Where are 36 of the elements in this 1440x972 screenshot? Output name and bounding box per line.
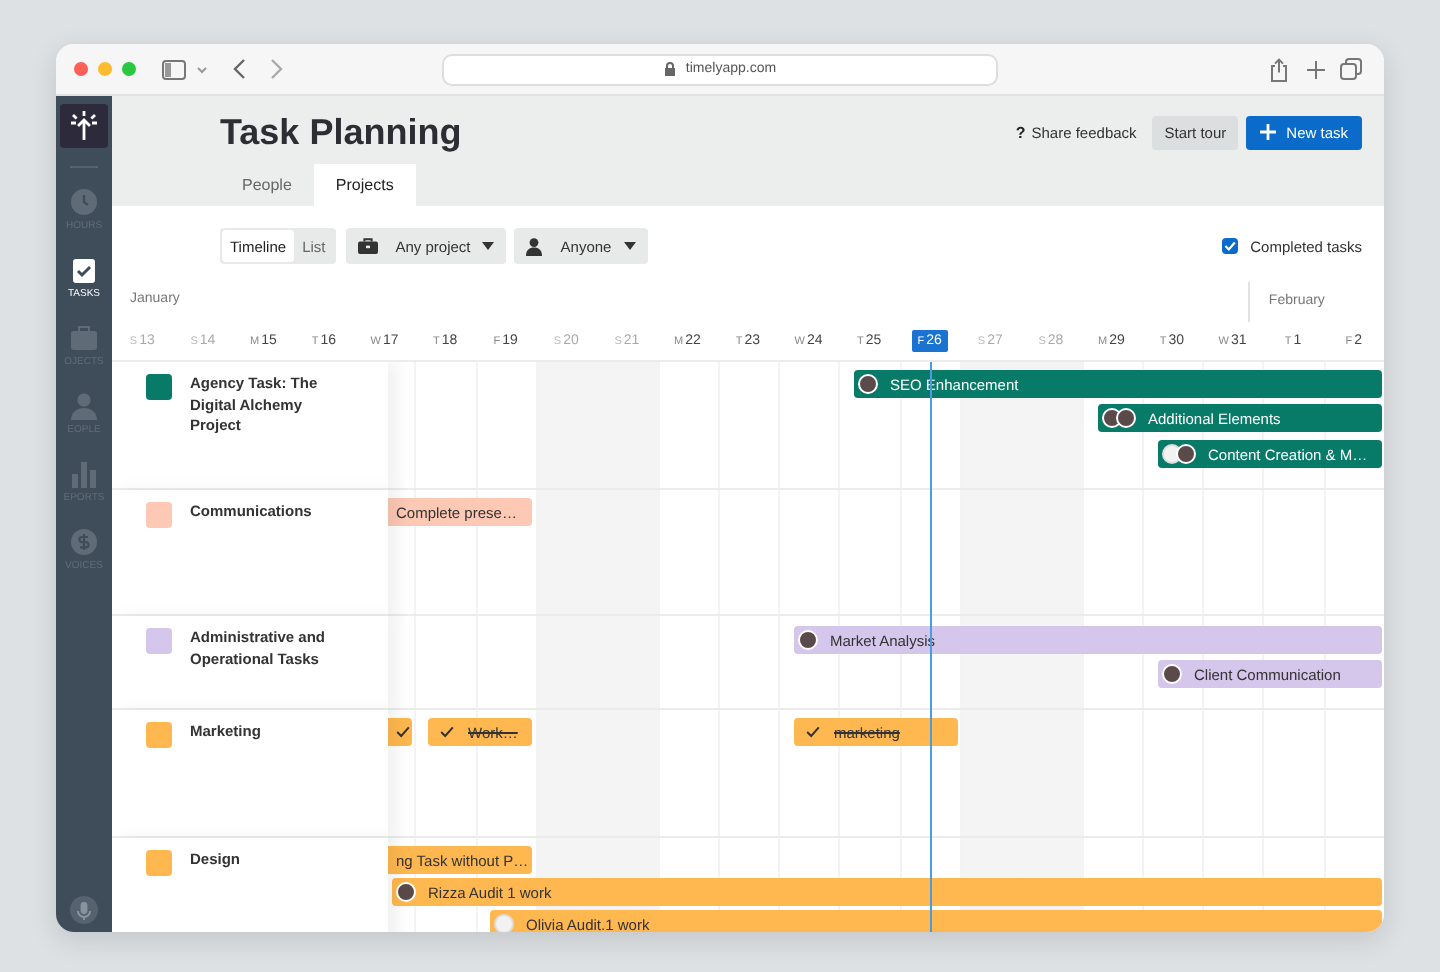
new-tab-icon[interactable] <box>1306 59 1326 79</box>
share-icon[interactable] <box>1270 57 1288 81</box>
person-icon <box>70 392 98 420</box>
dollar-icon <box>70 528 98 556</box>
clipboard-check-icon <box>70 256 98 284</box>
sidebar-toggle-icon[interactable] <box>162 59 186 79</box>
chevron-down-icon[interactable] <box>196 65 208 73</box>
checkmark-icon <box>440 726 454 738</box>
avatar <box>1162 664 1182 684</box>
avatar <box>494 914 514 932</box>
avatar <box>858 374 878 394</box>
briefcase-icon <box>70 324 98 352</box>
plus-icon <box>1260 124 1277 140</box>
caret-down-icon <box>623 242 636 250</box>
tab[interactable]: Projects <box>313 164 416 206</box>
microphone-icon[interactable] <box>70 896 98 924</box>
clock-icon <box>70 188 98 216</box>
avatar <box>396 882 416 902</box>
back-icon[interactable] <box>232 58 246 80</box>
person-icon <box>526 237 543 255</box>
page-title: Task Planning <box>220 111 462 153</box>
lock-icon <box>663 62 676 76</box>
checkmark-icon <box>806 726 820 738</box>
avatar <box>798 630 818 650</box>
checkmark-icon <box>1224 240 1237 252</box>
app-logo[interactable] <box>60 104 108 148</box>
task-bar[interactable] <box>388 718 412 746</box>
briefcase-icon <box>357 238 378 254</box>
forward-icon[interactable] <box>270 58 284 80</box>
checkmark-icon <box>396 726 410 738</box>
help-icon[interactable]: ? <box>1015 123 1026 141</box>
tab[interactable]: People <box>220 164 314 206</box>
bar-chart-icon <box>70 460 98 488</box>
tabs-overview-icon[interactable] <box>1340 58 1362 80</box>
close-window-button[interactable] <box>74 62 88 76</box>
caret-down-icon <box>482 242 495 250</box>
